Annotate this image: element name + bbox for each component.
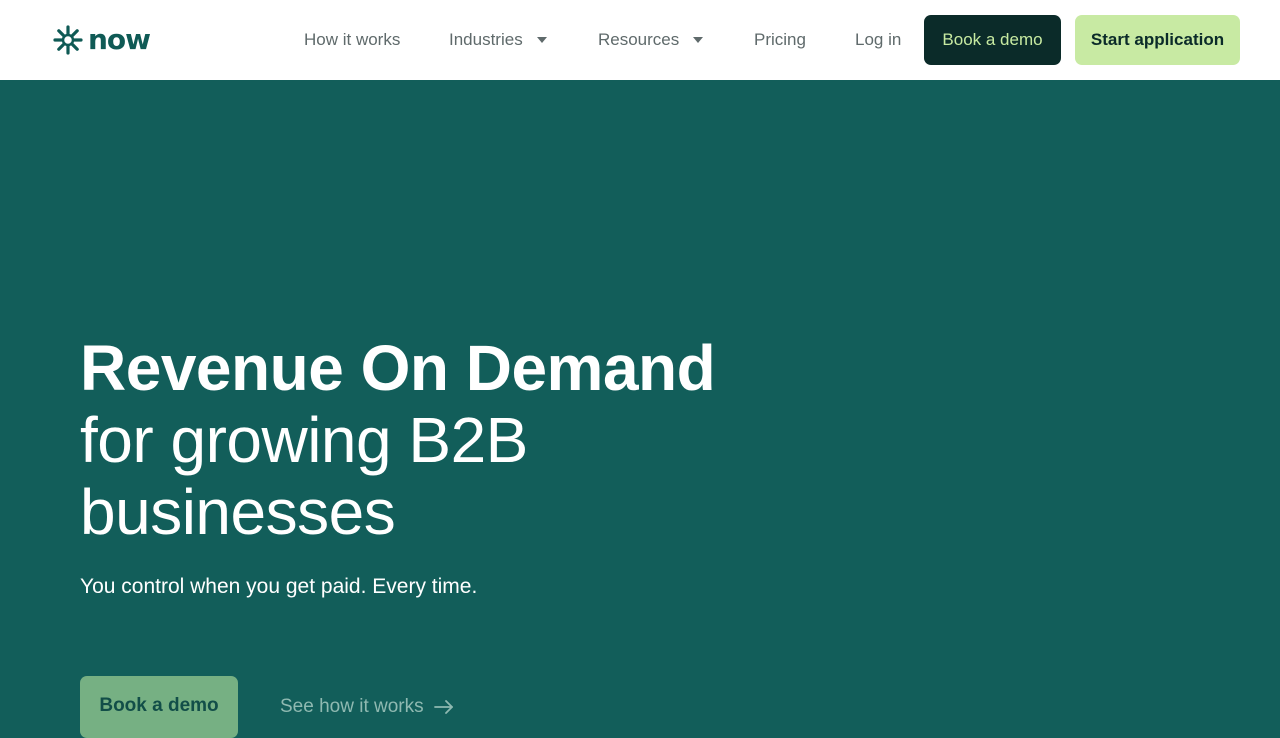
nav-log-in-label: Log in (855, 30, 902, 49)
site-header: now How it works Industries Resources Pr… (0, 0, 1280, 80)
logo-text: now (88, 23, 151, 56)
nav-pricing[interactable]: Pricing (754, 28, 806, 52)
nav-industries-label: Industries (449, 30, 523, 49)
logo-link[interactable]: now (52, 22, 151, 58)
nav-log-in[interactable]: Log in (855, 28, 901, 52)
hero-book-demo-button[interactable]: Book a demo (80, 676, 238, 738)
nav-industries[interactable]: Industries (449, 28, 547, 52)
hero-title: Revenue On Demand for growing B2B busine… (80, 332, 780, 548)
nav-how-it-works[interactable]: How it works (304, 28, 400, 52)
asterisk-flower-icon (53, 25, 83, 55)
hero-subtitle: You control when you get paid. Every tim… (80, 575, 478, 598)
caret-down-icon (693, 37, 704, 43)
nav-how-it-works-label: How it works (304, 30, 401, 49)
arrow-right-icon (433, 700, 453, 714)
hero-title-line-2: for growing B2B (80, 404, 528, 476)
nav-pricing-label: Pricing (754, 30, 806, 49)
book-demo-button[interactable]: Book a demo (924, 15, 1061, 65)
hero-title-line-3: businesses (80, 476, 396, 548)
see-how-it-works-label: See how it works (280, 696, 424, 717)
nav-resources-label: Resources (598, 30, 680, 49)
nav-resources[interactable]: Resources (598, 28, 704, 52)
see-how-it-works-link[interactable]: See how it works (280, 694, 454, 720)
start-application-button[interactable]: Start application (1075, 15, 1240, 65)
hero-title-strong: Revenue On Demand (80, 332, 716, 404)
caret-down-icon (536, 37, 547, 43)
